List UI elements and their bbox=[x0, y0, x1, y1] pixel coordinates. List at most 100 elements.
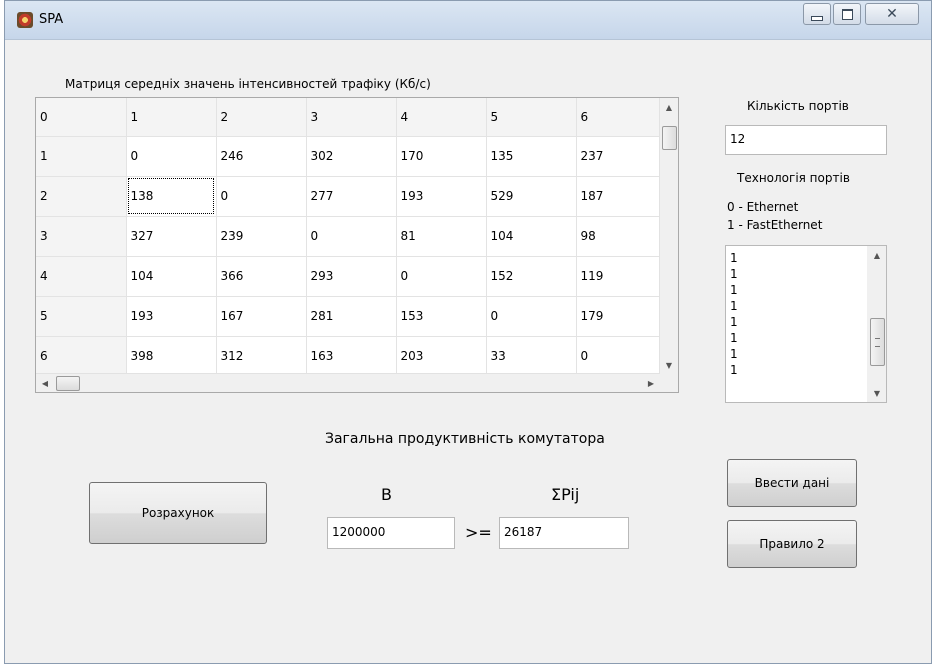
list-item[interactable]: 1 bbox=[730, 314, 738, 330]
matrix-row: 2 138 0 277 193 529 187 bbox=[36, 176, 667, 217]
header-cell[interactable]: 1 bbox=[126, 98, 217, 137]
maximize-button[interactable] bbox=[833, 3, 861, 25]
matrix-cell[interactable]: 98 bbox=[576, 216, 667, 257]
list-item[interactable]: 1 bbox=[730, 362, 738, 378]
port-technology-list[interactable]: 1 1 1 1 1 1 1 1 ▲ ▼ bbox=[725, 245, 887, 403]
scroll-thumb[interactable] bbox=[662, 126, 677, 150]
matrix-cell[interactable]: 293 bbox=[306, 256, 397, 297]
scroll-down-arrow-icon[interactable]: ▼ bbox=[868, 384, 886, 402]
traffic-matrix-grid[interactable]: 0 1 2 3 4 5 6 1 0 246 302 170 135 237 2 … bbox=[35, 97, 679, 393]
matrix-row: 1 0 246 302 170 135 237 bbox=[36, 136, 667, 177]
list-item[interactable]: 1 bbox=[730, 346, 738, 362]
list-item[interactable]: 1 bbox=[730, 282, 738, 298]
list-item[interactable]: 1 bbox=[730, 250, 738, 266]
calculate-button[interactable]: Розрахунок bbox=[89, 482, 267, 544]
list-item[interactable]: 1 bbox=[730, 298, 738, 314]
matrix-cell[interactable]: 163 bbox=[306, 336, 397, 377]
matrix-cell[interactable]: 104 bbox=[486, 216, 577, 257]
list-item[interactable]: 1 bbox=[730, 330, 738, 346]
grip-icon bbox=[875, 338, 880, 347]
row-header-cell[interactable]: 5 bbox=[36, 296, 127, 337]
header-cell[interactable]: 5 bbox=[486, 98, 577, 137]
row-header-cell[interactable]: 3 bbox=[36, 216, 127, 257]
matrix-row: 6 398 312 163 203 33 0 bbox=[36, 336, 667, 377]
technology-items: 1 1 1 1 1 1 1 1 bbox=[730, 250, 738, 378]
technology-legend-fastethernet: 1 - FastEthernet bbox=[727, 218, 823, 232]
matrix-cell[interactable]: 246 bbox=[216, 136, 307, 177]
close-button[interactable]: ✕ bbox=[865, 3, 919, 25]
matrix-cell[interactable]: 152 bbox=[486, 256, 577, 297]
scroll-left-arrow-icon[interactable]: ◀ bbox=[36, 374, 54, 392]
matrix-table: 0 1 2 3 4 5 6 1 0 246 302 170 135 237 2 … bbox=[36, 98, 667, 377]
matrix-cell[interactable]: 170 bbox=[396, 136, 487, 177]
minimize-button[interactable] bbox=[803, 3, 831, 25]
maximize-icon bbox=[841, 8, 853, 20]
matrix-cell[interactable]: 81 bbox=[396, 216, 487, 257]
matrix-cell[interactable]: 153 bbox=[396, 296, 487, 337]
enter-data-button[interactable]: Ввести дані bbox=[727, 459, 857, 507]
matrix-row: 4 104 366 293 0 152 119 bbox=[36, 256, 667, 297]
matrix-cell[interactable]: 179 bbox=[576, 296, 667, 337]
matrix-row: 5 193 167 281 153 0 179 bbox=[36, 296, 667, 337]
matrix-cell[interactable]: 237 bbox=[576, 136, 667, 177]
matrix-vertical-scrollbar[interactable]: ▲ ▼ bbox=[659, 98, 678, 374]
header-cell[interactable]: 6 bbox=[576, 98, 667, 137]
sum-value-input[interactable]: 26187 bbox=[499, 517, 629, 549]
header-cell[interactable]: 3 bbox=[306, 98, 397, 137]
matrix-cell[interactable]: 327 bbox=[126, 216, 217, 257]
matrix-cell[interactable]: 0 bbox=[216, 176, 307, 217]
matrix-cell[interactable]: 398 bbox=[126, 336, 217, 377]
matrix-cell[interactable]: 0 bbox=[396, 256, 487, 297]
scroll-up-arrow-icon[interactable]: ▲ bbox=[868, 246, 886, 264]
header-cell[interactable]: 4 bbox=[396, 98, 487, 137]
b-value-input[interactable]: 1200000 bbox=[327, 517, 455, 549]
matrix-cell[interactable]: 203 bbox=[396, 336, 487, 377]
matrix-cell[interactable]: 0 bbox=[306, 216, 397, 257]
technology-list-scrollbar[interactable]: ▲ ▼ bbox=[867, 246, 886, 402]
app-icon bbox=[17, 12, 33, 28]
matrix-horizontal-scrollbar[interactable]: ◀ ▶ bbox=[36, 373, 660, 392]
row-header-cell[interactable]: 6 bbox=[36, 336, 127, 377]
scroll-right-arrow-icon[interactable]: ▶ bbox=[642, 374, 660, 392]
scroll-thumb[interactable] bbox=[870, 318, 885, 366]
matrix-cell[interactable]: 187 bbox=[576, 176, 667, 217]
matrix-cell[interactable]: 312 bbox=[216, 336, 307, 377]
performance-title: Загальна продуктивність комутатора bbox=[325, 431, 605, 447]
scroll-thumb[interactable] bbox=[56, 376, 80, 391]
matrix-cell[interactable]: 529 bbox=[486, 176, 577, 217]
list-item[interactable]: 1 bbox=[730, 266, 738, 282]
header-cell[interactable]: 2 bbox=[216, 98, 307, 137]
row-header-cell[interactable]: 4 bbox=[36, 256, 127, 297]
header-cell[interactable]: 0 bbox=[36, 98, 127, 137]
matrix-cell[interactable]: 193 bbox=[126, 296, 217, 337]
matrix-label: Матриця середніх значень інтенсивностей … bbox=[65, 77, 431, 91]
client-area: Матриця середніх значень інтенсивностей … bbox=[5, 39, 931, 663]
matrix-cell[interactable]: 277 bbox=[306, 176, 397, 217]
matrix-cell[interactable]: 366 bbox=[216, 256, 307, 297]
matrix-cell[interactable]: 0 bbox=[126, 136, 217, 177]
matrix-cell[interactable]: 0 bbox=[576, 336, 667, 377]
close-icon: ✕ bbox=[886, 6, 898, 22]
matrix-cell[interactable]: 33 bbox=[486, 336, 577, 377]
matrix-header-row: 0 1 2 3 4 5 6 bbox=[36, 98, 667, 137]
matrix-cell[interactable]: 104 bbox=[126, 256, 217, 297]
matrix-cell[interactable]: 167 bbox=[216, 296, 307, 337]
scroll-corner bbox=[660, 374, 678, 392]
matrix-cell-selected[interactable]: 138 bbox=[126, 176, 217, 217]
matrix-cell[interactable]: 135 bbox=[486, 136, 577, 177]
scroll-down-arrow-icon[interactable]: ▼ bbox=[660, 356, 678, 374]
matrix-cell[interactable]: 119 bbox=[576, 256, 667, 297]
matrix-cell[interactable]: 302 bbox=[306, 136, 397, 177]
scroll-up-arrow-icon[interactable]: ▲ bbox=[660, 98, 678, 116]
row-header-cell[interactable]: 1 bbox=[36, 136, 127, 177]
app-window: SPA ✕ Матриця середніх значень інтенсивн… bbox=[4, 0, 932, 664]
minimize-icon bbox=[811, 15, 823, 21]
matrix-cell[interactable]: 0 bbox=[486, 296, 577, 337]
title-bar[interactable]: SPA ✕ bbox=[5, 1, 931, 40]
matrix-cell[interactable]: 281 bbox=[306, 296, 397, 337]
matrix-cell[interactable]: 239 bbox=[216, 216, 307, 257]
rule-2-button[interactable]: Правило 2 bbox=[727, 520, 857, 568]
row-header-cell[interactable]: 2 bbox=[36, 176, 127, 217]
ports-count-input[interactable]: 12 bbox=[725, 125, 887, 155]
matrix-cell[interactable]: 193 bbox=[396, 176, 487, 217]
